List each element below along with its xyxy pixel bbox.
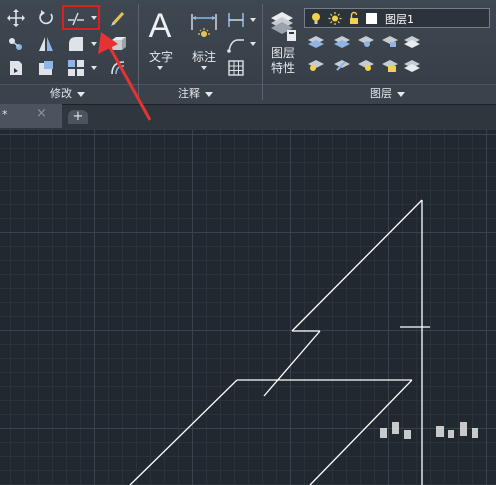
erase-icon[interactable] (108, 8, 128, 28)
watermark-logo (380, 422, 478, 439)
layer-properties-icon[interactable] (268, 8, 298, 44)
mirror-icon[interactable] (36, 34, 56, 54)
panel-title-layers-label: 图层 (370, 87, 392, 100)
layer-properties-label-line1: 图层 (270, 46, 295, 60)
leader-icon[interactable] (226, 34, 246, 54)
layer-dropdown-value: 图层1 (385, 13, 414, 26)
move-icon[interactable] (6, 8, 26, 28)
layer-tool-icons (308, 36, 420, 72)
tab-drawing-label: * (2, 108, 8, 121)
table-icon[interactable] (226, 58, 246, 78)
layer-properties-label[interactable]: 图层 特性 (268, 46, 298, 76)
text-dropdown-icon[interactable] (157, 66, 163, 70)
dimension-icon[interactable] (188, 10, 220, 42)
text-tool-glyph[interactable]: A (146, 8, 174, 44)
panel-title-annotation-label: 注释 (178, 87, 200, 100)
trim-highlight-box (62, 5, 100, 30)
fillet-dropdown-icon[interactable] (91, 42, 97, 46)
panel-title-layers[interactable]: 图层 (370, 86, 405, 102)
rotate-icon[interactable] (36, 8, 56, 28)
layer-properties-label-line2: 特性 (270, 61, 295, 75)
chevron-down-icon (77, 91, 85, 97)
layer-dropdown[interactable]: 图层1 (304, 8, 490, 28)
parallelogram-left-edge (129, 379, 238, 485)
array-dropdown-icon[interactable] (91, 66, 97, 70)
text-tool-label[interactable]: 文字 (146, 48, 176, 65)
new-tab-button[interactable]: + (68, 110, 88, 124)
close-icon[interactable]: × (36, 106, 47, 121)
drawing-geometry (129, 199, 478, 485)
scale-icon[interactable] (36, 58, 56, 78)
layer-tools-group (308, 36, 420, 72)
panel-title-annotation[interactable]: 注释 (178, 86, 213, 102)
panel-title-modify[interactable]: 修改 (50, 86, 85, 102)
chevron-down-icon (205, 91, 213, 97)
offset-icon[interactable] (108, 58, 128, 78)
explode-icon[interactable] (108, 34, 128, 54)
dimension-dropdown-icon[interactable] (201, 66, 207, 70)
fillet-icon[interactable] (66, 34, 86, 54)
copy-icon[interactable] (6, 34, 26, 54)
linear-dimension-dropdown-icon[interactable] (250, 18, 256, 22)
stretch-icon[interactable] (6, 58, 26, 78)
array-icon[interactable] (66, 58, 86, 78)
layer-state-icons (312, 11, 377, 25)
slanted-line (291, 199, 423, 332)
linear-dimension-icon[interactable] (226, 10, 246, 30)
panel-separator (262, 4, 263, 100)
leader-dropdown-icon[interactable] (250, 42, 256, 46)
dimension-tool-label[interactable]: 标注 (188, 48, 220, 65)
slanted-line (263, 330, 321, 397)
tab-drawing[interactable] (0, 104, 62, 128)
panel-separator (138, 4, 139, 100)
panel-title-modify-label: 修改 (50, 87, 72, 100)
chevron-down-icon (397, 91, 405, 97)
